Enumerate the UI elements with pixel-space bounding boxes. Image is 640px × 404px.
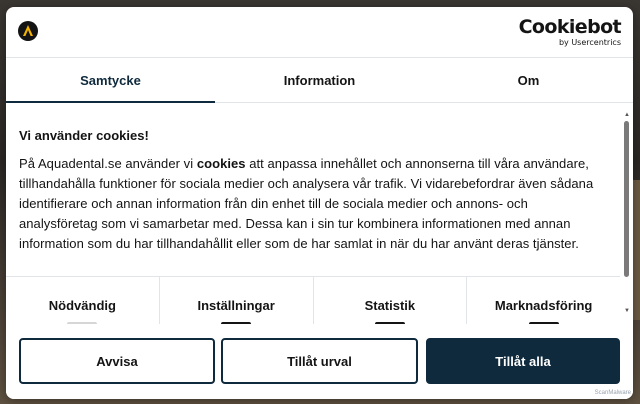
tab-bar: Samtycke Information Om bbox=[6, 58, 633, 103]
site-logo-icon bbox=[18, 21, 38, 41]
category-label-preferences: Inställningar bbox=[197, 298, 275, 313]
tab-om[interactable]: Om bbox=[424, 58, 633, 102]
category-label-necessary: Nödvändig bbox=[48, 298, 116, 313]
brand-sub: by Usercentrics bbox=[558, 38, 621, 47]
category-necessary: Nödvändig bbox=[6, 277, 160, 326]
scanmalware-watermark: ScanMalware bbox=[594, 390, 631, 396]
category-preferences: Inställningar bbox=[160, 277, 314, 326]
tab-samtycke[interactable]: Samtycke bbox=[6, 58, 215, 103]
scrollbar[interactable]: ▲ ▼ bbox=[623, 103, 631, 315]
allow-all-button[interactable]: Tillåt alla bbox=[426, 338, 620, 384]
consent-text-part-1: På Aquadental.se använder vi bbox=[19, 156, 197, 171]
reject-button[interactable]: Avvisa bbox=[19, 338, 215, 384]
dialog-header: Cookiebot by Usercentrics bbox=[6, 7, 633, 58]
consent-heading: Vi använder cookies! bbox=[19, 128, 149, 143]
category-label-statistics: Statistik bbox=[364, 298, 416, 313]
cookie-categories: Nödvändig Inställningar Statistik Markna… bbox=[6, 276, 620, 326]
category-statistics: Statistik bbox=[314, 277, 468, 326]
category-label-marketing: Marknadsföring bbox=[494, 298, 593, 313]
consent-text: Vi använder cookies! På Aquadental.se an… bbox=[19, 127, 597, 254]
scroll-down-icon[interactable]: ▼ bbox=[623, 307, 631, 315]
consent-text-bold: cookies bbox=[196, 156, 246, 171]
dialog-footer: Avvisa Tillåt urval Tillåt alla bbox=[6, 324, 633, 399]
scroll-up-icon[interactable]: ▲ bbox=[623, 111, 631, 119]
cookie-consent-dialog: Cookiebot by Usercentrics Samtycke Infor… bbox=[6, 7, 633, 399]
allow-selection-button[interactable]: Tillåt urval bbox=[221, 338, 418, 384]
brand-name: Cookiebot bbox=[518, 16, 622, 38]
consent-body: Vi använder cookies! På Aquadental.se an… bbox=[6, 103, 633, 314]
cookiebot-logo: Cookiebot by Usercentrics bbox=[518, 16, 622, 47]
tab-information[interactable]: Information bbox=[215, 58, 424, 102]
consent-paragraph: På Aquadental.se använder vi cookies att… bbox=[19, 154, 597, 254]
category-marketing: Marknadsföring bbox=[467, 277, 620, 326]
scroll-thumb[interactable] bbox=[624, 121, 629, 277]
